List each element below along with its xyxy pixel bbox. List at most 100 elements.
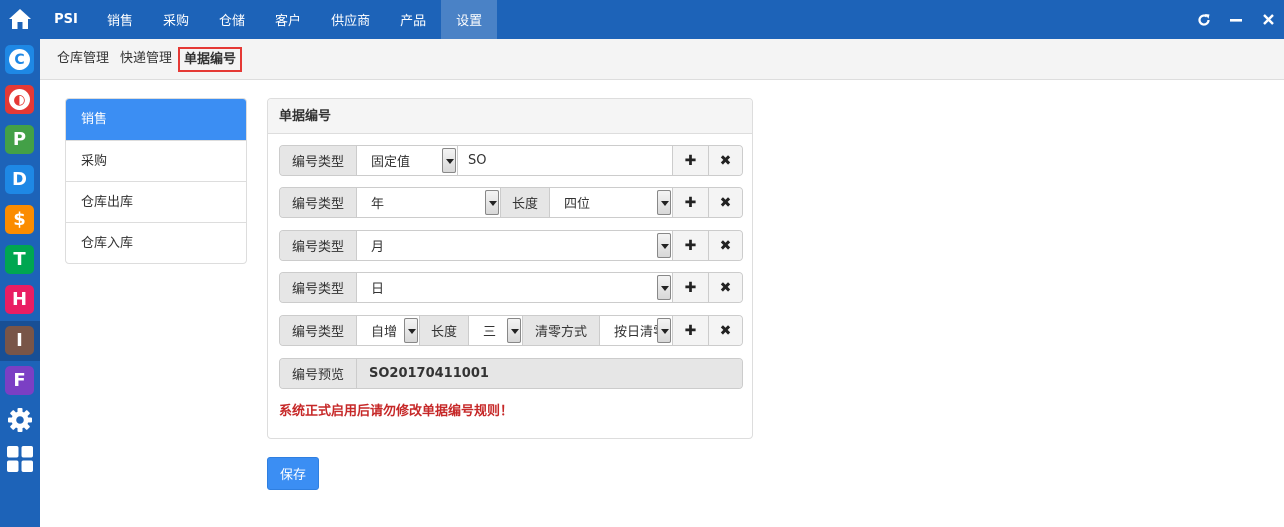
brand-logo[interactable]: PSI [40,0,92,39]
preview-value: SO20170411001 [357,359,742,388]
rule-type-select[interactable]: 自增 [357,316,419,345]
fixed-value-input[interactable]: SO [457,146,672,175]
chevron-down-icon [657,233,671,258]
rail-app-p-icon: P [12,129,27,150]
add-rule-button[interactable]: ✚ [672,231,708,260]
plus-icon: ✚ [684,322,697,339]
rail-app-p[interactable]: P [5,125,34,154]
doc-type-sales[interactable]: 销售 [66,99,246,140]
minimize-icon[interactable] [1220,0,1252,39]
reset-mode-label: 清零方式 [522,316,600,345]
numbering-panel: 单据编号 编号类型 固定值 SO ✚ ✖ 编号类型 年 长度 四位 ✚ ✖ 编号… [267,98,753,439]
length-select[interactable]: 三 [469,316,522,345]
warning-text: 系统正式启用后请勿修改单据编号规则！ [279,404,514,419]
rail-app-i[interactable]: I [5,326,34,355]
remove-rule-button[interactable]: ✖ [708,146,742,175]
nav-supplier[interactable]: 供应商 [316,0,385,39]
doc-type-purchase[interactable]: 采购 [66,140,246,181]
reset-mode-select[interactable]: 按日清零 [600,316,672,345]
rule-row-5: 编号类型 自增 长度 三 清零方式 按日清零 ✚ ✖ [279,315,743,346]
rail-app-d[interactable]: D [5,165,34,194]
nav-customer[interactable]: 客户 [260,0,316,39]
rule-type-value: 月 [371,240,385,255]
plus-icon: ✚ [684,279,697,296]
add-rule-button[interactable]: ✚ [672,188,708,217]
doc-type-list: 销售 采购 仓库出库 仓库入库 [65,98,247,264]
add-rule-button[interactable]: ✚ [672,273,708,302]
length-value: 四位 [564,197,591,212]
times-icon: ✖ [719,237,732,254]
remove-rule-button[interactable]: ✖ [708,316,742,345]
nav-sales[interactable]: 销售 [92,0,148,39]
times-icon: ✖ [719,152,732,169]
rail-app-f[interactable]: F [5,366,34,395]
chevron-down-icon [657,275,671,300]
rule-type-value: 日 [371,282,385,297]
length-label: 长度 [500,188,550,217]
subnav-courier-mgmt[interactable]: 快递管理 [120,49,172,71]
rule-type-label: 编号类型 [280,146,357,175]
rail-app-f-icon: F [13,370,26,391]
top-nav: PSI 销售 采购 仓储 客户 供应商 产品 设置 [40,0,1284,39]
rule-row-1: 编号类型 固定值 SO ✚ ✖ [279,145,743,176]
chevron-down-icon [657,318,671,343]
preview-label: 编号预览 [280,359,357,388]
chevron-down-icon [485,190,499,215]
chevron-down-icon [442,148,456,173]
rule-type-label: 编号类型 [280,231,357,260]
gear-icon[interactable] [5,405,34,434]
doc-type-warehouse-out[interactable]: 仓库出库 [66,181,246,222]
refresh-icon[interactable] [1188,0,1220,39]
rule-type-label: 编号类型 [280,273,357,302]
times-icon: ✖ [719,194,732,211]
rule-row-2: 编号类型 年 长度 四位 ✚ ✖ [279,187,743,218]
times-icon: ✖ [719,279,732,296]
plus-icon: ✚ [684,237,697,254]
rule-row-3: 编号类型 月 ✚ ✖ [279,230,743,261]
rule-type-select[interactable]: 日 [357,273,672,302]
app-rail: C ◐ P D $ T H I F [0,0,40,527]
times-icon: ✖ [719,322,732,339]
plus-icon: ✚ [684,152,697,169]
add-rule-button[interactable]: ✚ [672,146,708,175]
rule-type-select[interactable]: 固定值 [357,146,457,175]
rule-type-value: 固定值 [371,155,411,170]
rail-app-c[interactable]: C [5,45,34,74]
rule-row-4: 编号类型 日 ✚ ✖ [279,272,743,303]
rail-app-t-icon: T [13,249,26,270]
doc-type-warehouse-in[interactable]: 仓库入库 [66,222,246,263]
chevron-down-icon [404,318,418,343]
window-controls [1188,0,1284,39]
number-preview: 编号预览 SO20170411001 [279,358,743,389]
nav-purchase[interactable]: 采购 [148,0,204,39]
nav-settings[interactable]: 设置 [441,0,498,39]
rail-app-o[interactable]: ◐ [5,85,34,114]
add-rule-button[interactable]: ✚ [672,316,708,345]
grid-apps-icon[interactable] [5,444,34,473]
rule-type-select[interactable]: 年 [357,188,500,217]
plus-icon: ✚ [684,194,697,211]
rule-type-label: 编号类型 [280,188,357,217]
length-select[interactable]: 四位 [550,188,672,217]
nav-product[interactable]: 产品 [385,0,441,39]
rail-app-h[interactable]: H [5,285,34,314]
subnav-doc-numbering[interactable]: 单据编号 [178,47,243,72]
chevron-down-icon [507,318,521,343]
length-label: 长度 [419,316,469,345]
nav-warehouse[interactable]: 仓储 [204,0,260,39]
rule-type-select[interactable]: 月 [357,231,672,260]
rail-app-i-icon: I [16,330,23,351]
remove-rule-button[interactable]: ✖ [708,273,742,302]
home-icon[interactable] [0,0,40,38]
remove-rule-button[interactable]: ✖ [708,231,742,260]
subnav-warehouse-mgmt[interactable]: 仓库管理 [57,49,109,71]
rail-app-d-icon: D [12,169,27,190]
rail-app-t[interactable]: T [5,245,34,274]
rail-app-s[interactable]: $ [5,205,34,234]
close-icon[interactable] [1252,0,1284,39]
save-button[interactable]: 保存 [267,457,319,490]
rule-type-value: 年 [371,197,385,212]
length-value: 三 [483,325,497,340]
rail-app-h-icon: H [11,289,28,310]
remove-rule-button[interactable]: ✖ [708,188,742,217]
